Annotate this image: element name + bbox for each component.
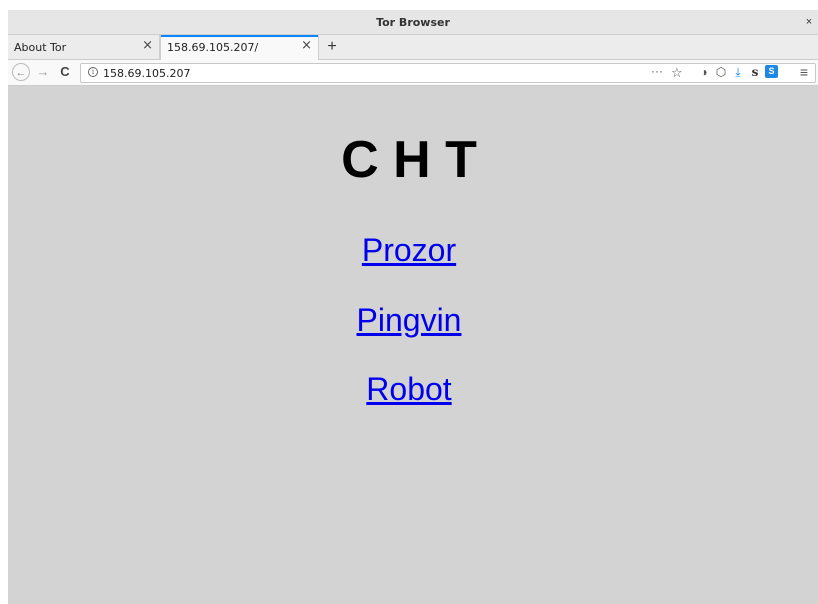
security-shield-icon[interactable]: ⬡	[713, 64, 729, 80]
noscript-icon[interactable]: s	[747, 64, 763, 80]
site-info-icon[interactable]: i	[88, 67, 98, 77]
page-heading: C H T	[341, 131, 477, 189]
tor-onion-icon[interactable]: ◑	[696, 64, 712, 80]
window-close-icon[interactable]: ×	[802, 15, 816, 29]
link-robot[interactable]: Robot	[0, 371, 818, 408]
hamburger-menu-icon[interactable]: ≡	[796, 64, 812, 80]
window-title: Tor Browser	[376, 16, 450, 29]
tab-current-site[interactable]: 158.69.105.207/ ×	[160, 35, 319, 60]
link-prozor[interactable]: Prozor	[0, 232, 818, 269]
tab-label: About Tor	[14, 41, 67, 54]
extension-icon[interactable]: S	[765, 65, 778, 78]
page-actions-icon[interactable]: ···	[651, 64, 663, 78]
tab-close-icon[interactable]: ×	[301, 38, 312, 53]
tab-about-tor[interactable]: About Tor ×	[8, 35, 160, 60]
forward-button[interactable]: →	[34, 63, 52, 81]
tab-bar: About Tor × 158.69.105.207/ × +	[8, 35, 818, 60]
url-text[interactable]: 158.69.105.207	[103, 67, 190, 80]
tab-label: 158.69.105.207/	[167, 41, 259, 54]
back-button[interactable]: ←	[12, 63, 30, 81]
title-bar: Tor Browser ×	[8, 10, 818, 35]
active-tab-indicator	[161, 35, 318, 37]
download-icon[interactable]: ⤓	[730, 64, 746, 80]
reload-button[interactable]: C	[56, 63, 74, 81]
new-tab-button[interactable]: +	[322, 37, 342, 57]
bookmark-star-icon[interactable]: ☆	[671, 65, 683, 81]
tab-close-icon[interactable]: ×	[142, 38, 153, 53]
navigation-toolbar: ← → C i 158.69.105.207 ··· ☆ ◑ ⬡ ⤓ s S ≡	[8, 60, 818, 86]
link-pingvin[interactable]: Pingvin	[0, 302, 818, 339]
